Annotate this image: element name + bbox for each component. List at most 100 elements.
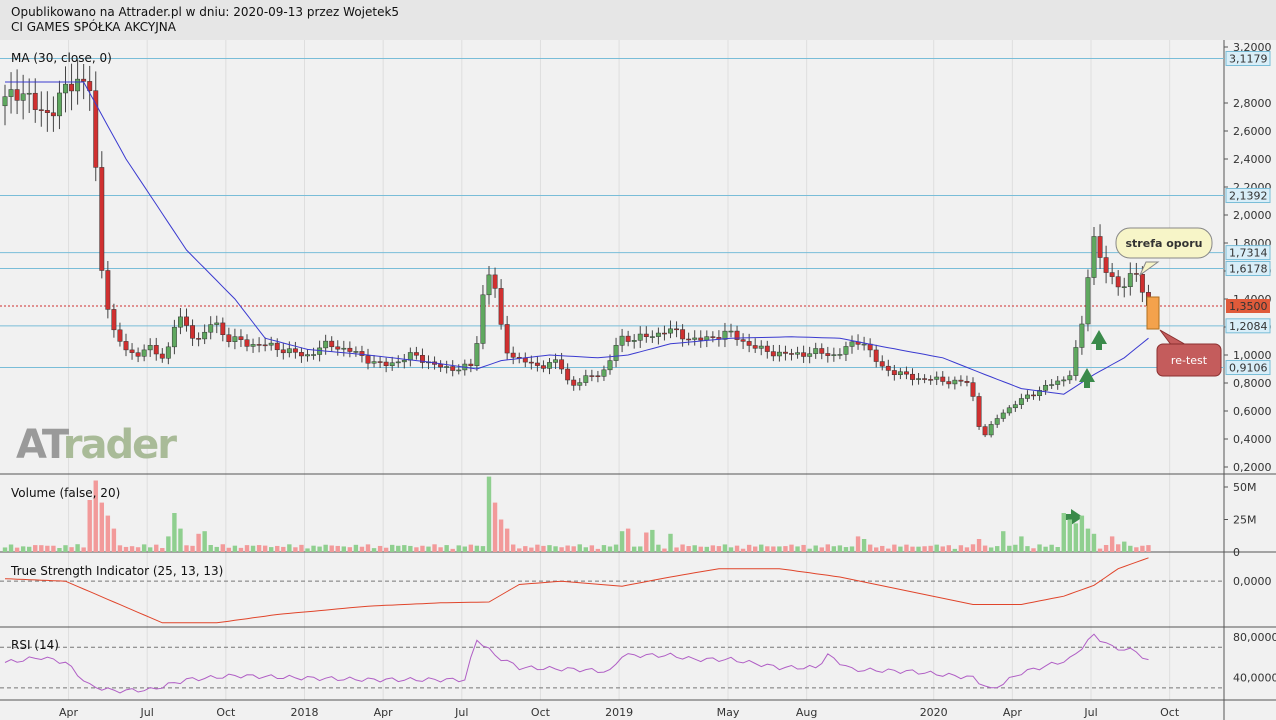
y-tick-label: 2,0000 xyxy=(1233,209,1272,222)
volume-bar xyxy=(480,546,486,552)
volume-bar xyxy=(668,533,673,552)
candle-body xyxy=(1067,375,1073,381)
volume-bar xyxy=(656,544,661,552)
volume-bar xyxy=(789,544,794,552)
candle-body xyxy=(510,352,516,358)
candle-body xyxy=(619,335,625,346)
instrument-name: CI GAMES SPÓŁKA AKCYJNA xyxy=(11,20,176,34)
candle-body xyxy=(1097,236,1103,258)
volume-bar xyxy=(420,545,425,552)
volume-bar xyxy=(795,546,800,552)
candle-body xyxy=(38,109,44,111)
volume-bar xyxy=(166,536,171,552)
candle-body xyxy=(129,349,135,353)
candle-body xyxy=(1103,257,1109,273)
volume-bar xyxy=(220,544,225,552)
volume-bar xyxy=(275,545,280,552)
candle-body xyxy=(105,270,111,310)
volume-bar xyxy=(39,545,44,552)
candle-body xyxy=(807,353,813,357)
candle-body xyxy=(897,371,903,375)
volume-bar xyxy=(559,547,564,552)
volume-bar xyxy=(1055,547,1060,552)
volume-bar xyxy=(613,544,619,552)
volume-bar xyxy=(813,545,818,552)
volume-bar xyxy=(1031,548,1036,552)
candle-body xyxy=(377,361,383,363)
candle-body xyxy=(498,288,504,325)
candle-body xyxy=(674,328,679,331)
candle-body xyxy=(238,336,244,340)
volume-bar xyxy=(783,546,788,552)
candle-body xyxy=(1025,394,1030,399)
volume-bar xyxy=(347,547,353,552)
y-tick-label: 0,6000 xyxy=(1233,405,1272,418)
candle-body xyxy=(625,335,631,342)
candle-body xyxy=(595,375,601,377)
volume-bar xyxy=(190,545,195,552)
volume-bar xyxy=(14,547,20,552)
candle-body xyxy=(559,359,565,370)
rsi-panel-title: RSI (14) xyxy=(11,638,59,652)
candle-body xyxy=(32,92,38,110)
candle-body xyxy=(323,340,329,349)
volume-bar xyxy=(728,547,734,552)
candle-body xyxy=(63,83,68,94)
x-tick-label: Jul xyxy=(454,706,468,719)
volume-bar xyxy=(874,547,879,552)
candle-body xyxy=(831,354,837,356)
candle-body xyxy=(758,345,764,349)
candle-body xyxy=(994,418,1000,425)
volume-bar xyxy=(553,546,558,552)
candle-body xyxy=(329,340,335,348)
current-price-label: 1,3500 xyxy=(1229,300,1268,313)
volume-bar xyxy=(154,544,159,552)
volume-bar xyxy=(946,545,951,552)
candle-body xyxy=(153,345,159,355)
candle-body xyxy=(783,351,788,354)
volume-bar xyxy=(607,546,613,552)
x-tick-label: Apr xyxy=(59,706,79,719)
volume-bar xyxy=(825,544,830,552)
candle-body xyxy=(190,325,196,339)
candle-body xyxy=(75,78,81,92)
candle-body xyxy=(910,373,915,380)
candle-body xyxy=(571,379,577,386)
candle-body xyxy=(341,347,347,350)
candle-body xyxy=(50,112,56,117)
volume-bar xyxy=(1103,544,1109,552)
volume-bar xyxy=(281,546,286,552)
candle-body xyxy=(1031,394,1036,397)
x-tick-label: Jul xyxy=(140,706,154,719)
volume-bar xyxy=(408,545,413,552)
volume-bar xyxy=(311,545,316,552)
volume-bar xyxy=(777,546,782,552)
y-tick-label: 50M xyxy=(1233,481,1257,494)
tsi-panel-title: True Strength Indicator (25, 13, 13) xyxy=(10,564,223,578)
volume-bar xyxy=(438,547,443,552)
volume-bar xyxy=(583,547,588,552)
volume-bar xyxy=(123,546,129,552)
volume-bar xyxy=(329,545,334,552)
volume-bar xyxy=(1025,546,1030,552)
logo-text-b: rader xyxy=(63,422,177,468)
candle-body xyxy=(178,316,183,328)
x-tick-label: Aug xyxy=(796,706,817,719)
volume-bar xyxy=(462,546,467,552)
candle-body xyxy=(123,341,129,351)
volume-bar xyxy=(63,545,68,552)
volume-bar xyxy=(898,546,903,552)
volume-bar xyxy=(807,548,812,552)
candle-body xyxy=(486,274,492,296)
volume-bar xyxy=(105,515,111,552)
volume-bar xyxy=(383,547,389,552)
candle-body xyxy=(982,426,988,436)
y-tick-label: 0,8000 xyxy=(1233,377,1272,390)
volume-bar xyxy=(474,545,480,552)
candle-body xyxy=(801,352,807,357)
candle-body xyxy=(813,348,819,354)
candle-body xyxy=(208,324,214,333)
candle-body xyxy=(637,333,643,341)
candle-body xyxy=(1043,384,1049,391)
volume-bar xyxy=(184,545,189,552)
